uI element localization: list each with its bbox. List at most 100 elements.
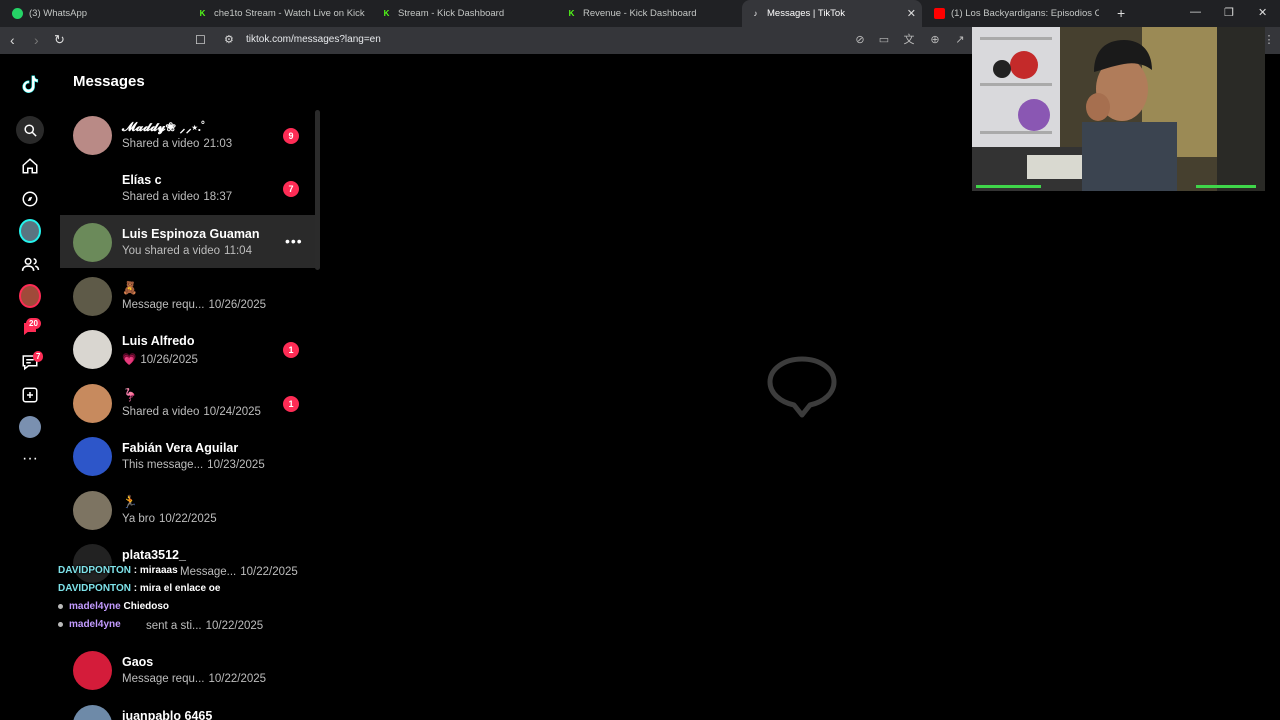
chat-bubble-icon: [766, 355, 838, 426]
conversation-item[interactable]: Elías c Shared a video 18:37 7: [60, 161, 317, 214]
kick-icon: K: [568, 9, 575, 18]
avatar: [73, 544, 112, 583]
conversation-preview: This message... 10/23/2025: [122, 459, 265, 471]
conversation-item[interactable]: plata3512_ Message... 10/22/2025: [60, 536, 317, 589]
browser-tab-bar: (3) WhatsApp K che1to Stream - Watch Liv…: [0, 0, 1280, 27]
conversation-time: 10/24/2025: [203, 406, 261, 418]
tab-whatsapp[interactable]: (3) WhatsApp: [12, 0, 182, 27]
tab-kick-dashboard[interactable]: K Stream - Kick Dashboard: [381, 0, 551, 27]
page-title: Messages: [73, 73, 145, 90]
profile-avatar[interactable]: [19, 416, 41, 438]
avatar: [73, 384, 112, 423]
conversation-item[interactable]: Luis Espinoza Guaman You shared a video 1…: [60, 215, 317, 268]
conversation-name: plata3512_: [122, 548, 186, 562]
conversation-time: 10/26/2025: [140, 354, 198, 366]
badge-icon: [58, 603, 63, 609]
tab-label: Messages | TikTok: [767, 8, 845, 19]
more-icon[interactable]: ···: [19, 448, 41, 470]
conversation-preview: Shared a video 18:37: [122, 191, 233, 203]
conversation-item[interactable]: juanpablo 6465: [60, 697, 317, 720]
tab-tiktok-messages[interactable]: ♪ Messages | TikTok ✕: [742, 0, 922, 27]
conversation-preview: Shared a video 21:03: [122, 138, 233, 150]
zoom-icon[interactable]: ⊕: [928, 33, 942, 47]
translate-icon[interactable]: 文: [902, 33, 916, 47]
notification-badge: 20: [26, 318, 41, 329]
conversation-preview: 💗 10/26/2025: [122, 354, 198, 366]
conversation-name: Fabián Vera Aguilar: [122, 441, 239, 455]
chat-message: DAVIDPONTON : mira el enlace oe: [58, 583, 221, 594]
friends-icon[interactable]: [19, 253, 41, 275]
avatar: [73, 223, 112, 262]
conversation-preview: Message requ... 10/26/2025: [122, 299, 267, 311]
tiktok-sidebar: 20 7 ···: [0, 54, 60, 720]
tab-label: (3) WhatsApp: [29, 8, 88, 19]
conversation-time: 10/22/2025: [205, 620, 264, 632]
conversation-item[interactable]: Luis Alfredo 💗 10/26/2025 1: [60, 322, 317, 375]
conversation-item[interactable]: 🧸 Message requ... 10/26/2025: [60, 269, 317, 322]
conversation-scrollbar[interactable]: [315, 110, 320, 270]
avatar: [73, 651, 112, 690]
new-tab-button[interactable]: +: [1117, 5, 1125, 21]
cast-icon[interactable]: ▭: [877, 33, 891, 47]
conversation-preview: Shared a video 10/24/2025: [122, 406, 261, 418]
share-icon[interactable]: ↗: [953, 33, 967, 47]
tab-kick-stream[interactable]: K che1to Stream - Watch Live on Kick: [197, 0, 367, 27]
conversation-item[interactable]: 𝓜𝓪𝓭𝓭𝔂❀ ⸝⸝⋆.˚ Shared a video 21:03 9: [60, 108, 317, 161]
badge-icon: [58, 621, 63, 627]
conversation-preview: sent a sti... 10/22/2025: [146, 620, 264, 632]
conversation-time: 11:04: [224, 245, 252, 257]
tab-label: Revenue - Kick Dashboard: [583, 8, 697, 19]
kick-icon: K: [199, 9, 206, 18]
tab-label: (1) Los Backyardigans: Episodios Com: [951, 8, 1099, 19]
avatar: [73, 437, 112, 476]
conversation-item[interactable]: sent a sti... 10/22/2025: [60, 590, 317, 643]
messages-badge: 7: [33, 351, 44, 362]
webcam-overlay: [972, 27, 1265, 191]
more-options-icon[interactable]: •••: [285, 233, 303, 249]
url-field[interactable]: tiktok.com/messages?lang=en: [246, 34, 381, 45]
avatar: [73, 169, 112, 208]
youtube-icon: [934, 8, 945, 19]
conversation-name: 𝓜𝓪𝓭𝓭𝔂❀ ⸝⸝⋆.˚: [122, 120, 206, 134]
forward-icon[interactable]: ›: [34, 32, 39, 48]
tab-kick-revenue[interactable]: K Revenue - Kick Dashboard: [566, 0, 736, 27]
conversation-item[interactable]: 🏃 Ya bro 10/22/2025: [60, 483, 317, 536]
conversation-time: 18:37: [203, 191, 233, 203]
tab-label: Stream - Kick Dashboard: [398, 8, 505, 19]
upload-icon[interactable]: [19, 384, 41, 406]
tab-youtube[interactable]: (1) Los Backyardigans: Episodios Com: [934, 0, 1099, 27]
conversation-time: 10/23/2025: [207, 459, 265, 471]
avatar: [73, 491, 112, 530]
unread-badge: 7: [283, 181, 299, 197]
avatar: [73, 277, 112, 316]
conversation-preview: Message... 10/22/2025: [180, 566, 298, 578]
reload-icon[interactable]: ↻: [54, 32, 65, 48]
search-icon[interactable]: [16, 116, 44, 144]
bookmark-icon[interactable]: ☐: [195, 32, 206, 48]
back-icon[interactable]: ‹: [10, 32, 15, 48]
close-window-icon[interactable]: ✕: [1258, 6, 1267, 19]
minimize-icon[interactable]: —: [1190, 6, 1201, 18]
home-icon[interactable]: [19, 155, 41, 177]
conversation-preview: Message requ... 10/22/2025: [122, 673, 267, 685]
conversation-name: Elías c: [122, 173, 162, 187]
conversation-name: 🦩: [122, 388, 138, 402]
conversation-name: juanpablo 6465: [122, 709, 213, 720]
explore-icon[interactable]: [19, 188, 41, 210]
live-avatar[interactable]: [19, 284, 41, 308]
conversation-name: Luis Espinoza Guaman: [122, 227, 260, 241]
conversation-time: 21:03: [203, 138, 233, 150]
close-tab-icon[interactable]: ✕: [907, 7, 916, 20]
conversation-item[interactable]: 🦩 Shared a video 10/24/2025 1: [60, 376, 317, 429]
conversation-item[interactable]: Fabián Vera Aguilar This message... 10/23…: [60, 429, 317, 482]
eye-off-icon[interactable]: ⊘: [853, 33, 867, 47]
tiktok-logo-icon[interactable]: [19, 73, 41, 95]
maximize-icon[interactable]: ❐: [1224, 6, 1234, 19]
conversation-item[interactable]: Gaos Message requ... 10/22/2025: [60, 643, 317, 696]
conversation-time: 10/22/2025: [240, 566, 298, 578]
conversation-name: 🏃: [122, 495, 138, 509]
site-settings-icon[interactable]: ⚙: [224, 32, 234, 48]
following-avatar[interactable]: [19, 219, 41, 243]
conversation-preview: You shared a video 11:04: [122, 245, 252, 257]
tiktok-icon: ♪: [753, 9, 758, 18]
